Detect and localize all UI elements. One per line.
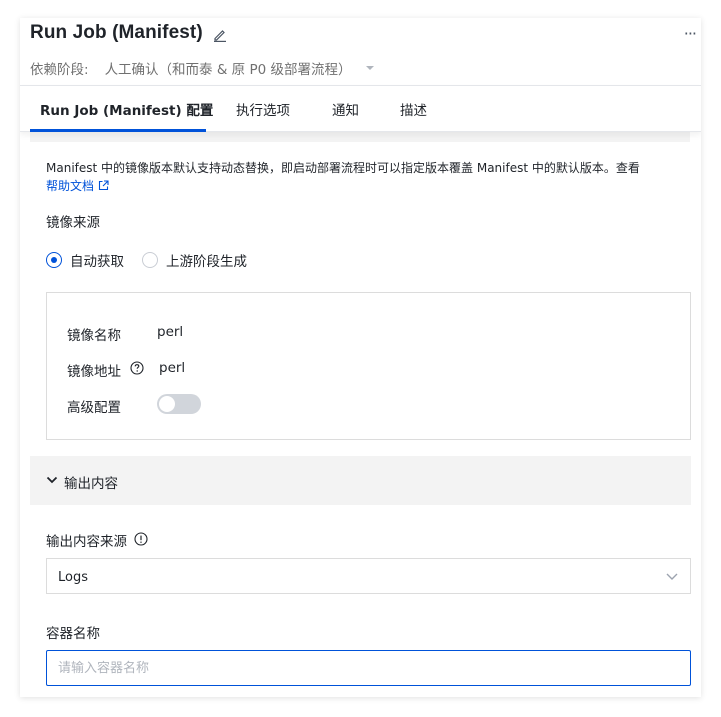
dependency-stage-row: 依赖阶段: 人工确认（和而泰 & 原 P0 级部署流程） bbox=[30, 58, 375, 78]
tab-bar: Run Job (Manifest) 配置 执行选项 通知 描述 bbox=[20, 86, 701, 132]
external-link-icon[interactable] bbox=[98, 180, 109, 191]
dependency-stage-label: 依赖阶段: bbox=[30, 62, 89, 78]
edit-icon[interactable] bbox=[213, 28, 227, 42]
active-tab-indicator bbox=[30, 129, 206, 132]
info-circle-icon[interactable] bbox=[134, 532, 148, 546]
job-config-panel: Run Job (Manifest) ··· 依赖阶段: 人工确认（和而泰 & … bbox=[20, 18, 701, 697]
image-name-label: 镜像名称 bbox=[67, 328, 121, 344]
output-source-select[interactable]: Logs bbox=[46, 558, 691, 594]
manifest-description-text: Manifest 中的镜像版本默认支持动态替换，即启动部署流程时可以指定版本覆盖… bbox=[46, 161, 640, 175]
tab-description[interactable]: 描述 bbox=[400, 99, 427, 119]
radio-auto-fetch[interactable]: 自动获取 bbox=[46, 250, 124, 270]
tab-run-job-config[interactable]: Run Job (Manifest) 配置 bbox=[40, 99, 213, 119]
scroll-edge bbox=[30, 132, 690, 142]
output-source-selected-value[interactable]: Logs bbox=[58, 570, 88, 585]
image-source-radio-group: 自动获取 上游阶段生成 bbox=[46, 250, 265, 270]
more-options-icon[interactable]: ··· bbox=[684, 24, 697, 43]
toggle-knob bbox=[159, 396, 175, 412]
manifest-description: Manifest 中的镜像版本默认支持动态替换，即启动部署流程时可以指定版本覆盖… bbox=[46, 159, 656, 195]
radio-checked-icon[interactable] bbox=[46, 252, 62, 268]
page-title: Run Job (Manifest) bbox=[30, 22, 203, 43]
chevron-down-icon[interactable] bbox=[365, 63, 375, 73]
image-address-value: perl bbox=[159, 360, 186, 376]
radio-upstream-stage[interactable]: 上游阶段生成 bbox=[142, 250, 247, 270]
output-source-label: 输出内容来源 bbox=[46, 534, 127, 550]
tab-execution-options[interactable]: 执行选项 bbox=[236, 99, 290, 119]
advanced-config-toggle[interactable] bbox=[157, 394, 201, 414]
tab-content: Manifest 中的镜像版本默认支持动态替换，即启动部署流程时可以指定版本覆盖… bbox=[20, 132, 701, 697]
radio-auto-fetch-label[interactable]: 自动获取 bbox=[70, 250, 124, 270]
image-source-label: 镜像来源 bbox=[46, 215, 100, 231]
chevron-down-icon[interactable] bbox=[46, 475, 58, 485]
tab-notifications[interactable]: 通知 bbox=[332, 99, 359, 119]
radio-unchecked-icon[interactable] bbox=[142, 252, 158, 268]
image-address-label: 镜像地址 bbox=[67, 364, 121, 380]
container-name-label: 容器名称 bbox=[46, 626, 100, 642]
output-section-title[interactable]: 输出内容 bbox=[64, 472, 118, 492]
image-details-box: 镜像名称 perl 镜像地址 perl 高级配置 bbox=[46, 292, 691, 440]
panel-header: Run Job (Manifest) ··· 依赖阶段: 人工确认（和而泰 & … bbox=[20, 18, 701, 85]
help-docs-link-label[interactable]: 帮助文档 bbox=[46, 179, 94, 193]
help-docs-link[interactable]: 帮助文档 bbox=[46, 179, 109, 193]
advanced-config-label: 高级配置 bbox=[67, 400, 121, 416]
help-circle-icon[interactable] bbox=[130, 361, 144, 375]
image-name-value: perl bbox=[157, 324, 184, 340]
output-section-header[interactable]: 输出内容 bbox=[30, 456, 691, 505]
chevron-down-icon[interactable] bbox=[666, 572, 678, 581]
dependency-stage-value[interactable]: 人工确认（和而泰 & 原 P0 级部署流程） bbox=[105, 58, 352, 78]
radio-upstream-stage-label[interactable]: 上游阶段生成 bbox=[166, 250, 247, 270]
container-name-input[interactable] bbox=[46, 650, 691, 686]
